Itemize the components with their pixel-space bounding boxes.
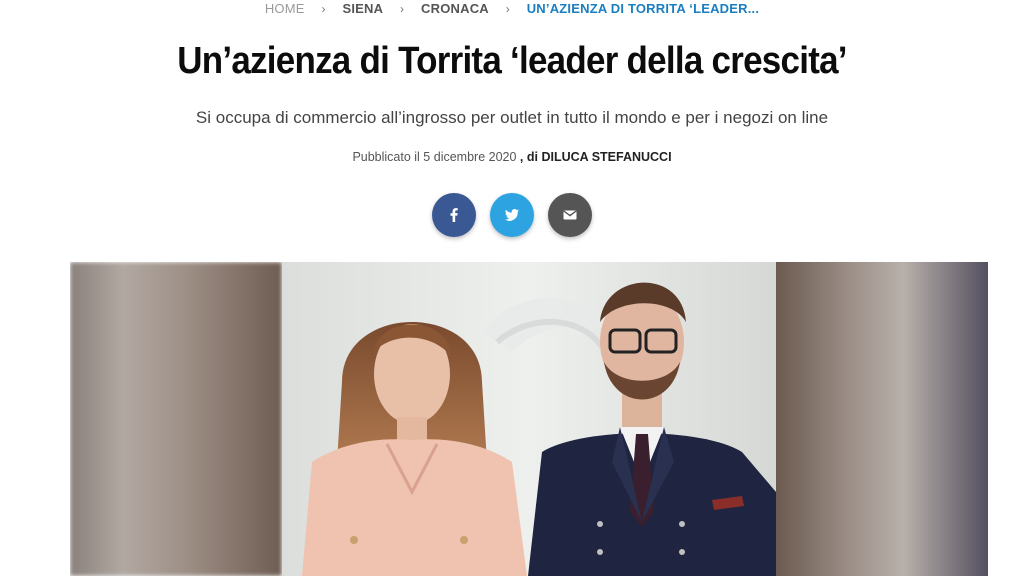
photo-blurred-left-fill — [70, 262, 282, 576]
breadcrumb-siena[interactable]: SIENA — [342, 1, 383, 16]
photo-two-people — [282, 262, 776, 576]
breadcrumb-home[interactable]: HOME — [265, 1, 305, 16]
breadcrumb: HOME › SIENA › CRONACA › UN’AZIENZA DI T… — [0, 1, 1024, 16]
share-buttons — [0, 193, 1024, 237]
author-name[interactable]: DILUCA STEFANUCCI — [541, 150, 671, 164]
breadcrumb-current: UN’AZIENZA DI TORRITA ‘LEADER... — [526, 1, 760, 16]
facebook-share-button[interactable] — [432, 193, 476, 237]
email-share-button[interactable] — [548, 193, 592, 237]
breadcrumb-cronaca[interactable]: CRONACA — [421, 1, 489, 16]
breadcrumb-separator: › — [321, 2, 326, 16]
breadcrumb-separator: › — [505, 2, 510, 16]
facebook-icon — [450, 208, 458, 222]
article-title: Un’azienza di Torrita ‘leader della cres… — [177, 40, 847, 82]
article-photo — [70, 262, 988, 576]
twitter-icon — [505, 209, 519, 221]
publish-date: Pubblicato il 5 dicembre 2020 — [352, 150, 517, 164]
breadcrumb-separator: › — [400, 2, 405, 16]
author-prefix: , di — [519, 150, 538, 164]
email-icon — [563, 210, 577, 220]
article-byline: Pubblicato il 5 dicembre 2020 , di DILUC… — [0, 150, 1024, 164]
article-subtitle: Si occupa di commercio all’ingrosso per … — [195, 108, 829, 127]
photo-blurred-right-fill — [776, 262, 988, 576]
twitter-share-button[interactable] — [490, 193, 534, 237]
